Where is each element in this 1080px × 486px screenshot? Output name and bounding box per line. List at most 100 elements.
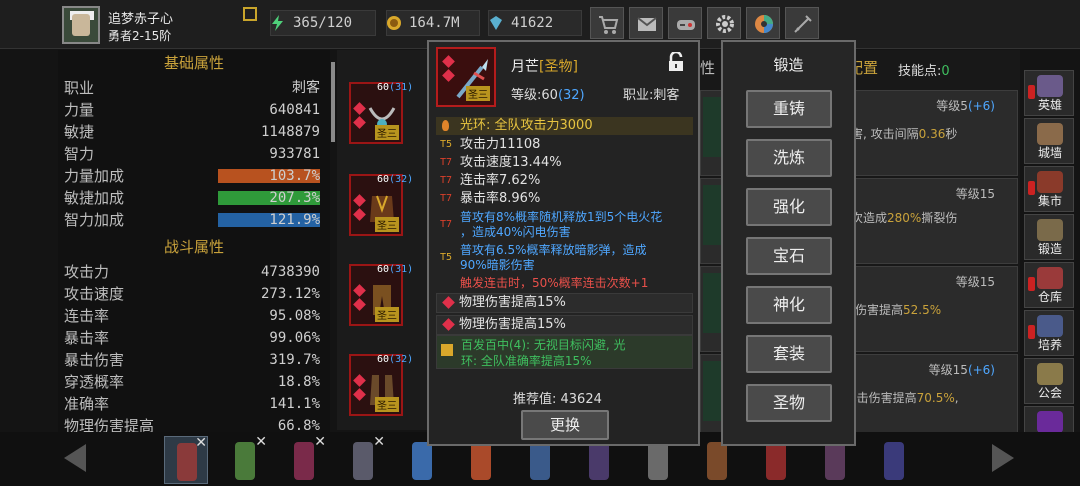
stat-row: 职业 刺客: [58, 77, 320, 99]
skill-desc: 每次造成280%撕裂伤: [839, 209, 957, 226]
attr-tier: T5: [440, 139, 453, 150]
reforge-button[interactable]: 重铸: [746, 90, 832, 128]
equip-slot-armor[interactable]: 60(32) 圣三: [349, 174, 413, 236]
equip-slot-pants[interactable]: 60(31) 圣三: [349, 264, 413, 326]
gold-counter: 164.7M: [386, 10, 480, 36]
hero-portrait[interactable]: ✕: [164, 435, 208, 484]
energy-counter: 365/120: [270, 10, 376, 36]
skill-level-plus: (+6): [967, 99, 995, 113]
remove-icon[interactable]: ✕: [255, 434, 267, 450]
remove-icon[interactable]: ✕: [314, 434, 326, 450]
skill-points-value: 0: [941, 64, 950, 79]
set-button[interactable]: 套装: [746, 335, 832, 373]
color-wheel-icon[interactable]: [746, 7, 780, 39]
stat-label: 攻击力: [64, 263, 110, 281]
avatar[interactable]: [62, 6, 100, 44]
gear-icon[interactable]: [707, 7, 741, 39]
hero-figure: [294, 442, 314, 480]
attr-text: 触发连击时，50%概率连击次数+1: [460, 276, 649, 290]
sidebar-item-guild[interactable]: 公会: [1024, 358, 1074, 404]
equipment-column: 60(31) 圣三 60(32) 圣三 60(31) 圣三 60(32) 圣三: [337, 50, 427, 430]
stat-label: 智力: [64, 145, 95, 163]
attributes-scrollbar[interactable]: [331, 62, 335, 142]
skill-level-text: 等级15: [928, 363, 968, 377]
relic-button[interactable]: 圣物: [746, 384, 832, 422]
hero-portrait[interactable]: ✕: [341, 434, 385, 484]
stat-label: 敏捷: [64, 123, 95, 141]
sidebar-item-hero[interactable]: 英雄: [1024, 70, 1074, 116]
equip-slot-weapon[interactable]: 60(31) 圣三: [349, 82, 413, 144]
slot-level-plus: (32): [389, 174, 414, 185]
item-tag: 圣三: [466, 86, 490, 101]
sidebar-item-warehouse[interactable]: 仓库: [1024, 262, 1074, 308]
arrow-right-icon[interactable]: [982, 440, 1022, 476]
base-attrs-title: 基础属性: [163, 54, 224, 72]
attr-text: 普攻有8%概率随机释放1到5个电火花: [460, 210, 663, 224]
refine-button[interactable]: 洗炼: [746, 139, 832, 177]
item-attr: T7 连击率7.62%: [436, 173, 696, 189]
attr-text: 攻击速度13.44%: [460, 155, 562, 170]
slot-level: 60(32): [377, 354, 413, 365]
forge-title: 锻造: [773, 56, 804, 74]
item-class: 职业:刺客: [623, 88, 680, 103]
stat-value: 319.7%: [269, 352, 320, 368]
gem-icon: [353, 298, 366, 311]
arrow-left-icon[interactable]: [56, 440, 96, 476]
equip-slot-boots[interactable]: 60(32) 圣三: [349, 354, 413, 416]
slot-level-value: 60: [377, 354, 390, 365]
item-quality: [圣物]: [539, 59, 578, 75]
stat-row: 暴击伤害 319.7%: [58, 349, 320, 371]
item-level-plus: (32): [557, 88, 585, 103]
skill-desc-highlight: 70.5%: [916, 391, 955, 405]
stat-row: 智力 933781: [58, 143, 320, 165]
slot-level-value: 60: [377, 174, 390, 185]
stat-label: 物理伤害提高: [64, 417, 155, 432]
item-attr: T7 普攻有8%概率随机释放1到5个电火花 ，造成40%闪电伤害: [436, 209, 696, 241]
mail-icon[interactable]: [629, 7, 663, 39]
item-attr: T5 攻击力11108: [436, 137, 696, 153]
gem-counter: 41622: [488, 10, 582, 36]
sidebar-item-anvil[interactable]: 锻造: [1024, 214, 1074, 260]
sidebar-item-train[interactable]: 培养: [1024, 310, 1074, 356]
remove-icon[interactable]: ✕: [373, 434, 385, 450]
stat-value: 103.7%: [269, 168, 320, 184]
enhance-button[interactable]: 强化: [746, 188, 832, 226]
hero-portrait[interactable]: ✕: [223, 434, 267, 484]
stat-label: 职业: [64, 79, 95, 97]
deify-button[interactable]: 神化: [746, 286, 832, 324]
set-bonus-line2: 环: 全队准确率提高15%: [461, 354, 592, 368]
hero-figure: [353, 442, 373, 480]
shop-cart-icon[interactable]: [590, 7, 624, 39]
unlock-icon[interactable]: [667, 52, 685, 72]
attr-tier: T7: [440, 219, 453, 230]
hero-portrait[interactable]: [872, 436, 916, 484]
item-tooltip: 圣三 月芒[圣物] 等级:60(32) 职业:刺客 光环: 全队攻击力3000 …: [427, 40, 700, 446]
sidebar-item-wall[interactable]: 城墙: [1024, 118, 1074, 164]
skill-desc: 害, 攻击间隔0.36秒: [851, 125, 957, 142]
sword-icon[interactable]: [785, 7, 819, 39]
skill-level: 等级15: [956, 185, 995, 202]
hero-portrait[interactable]: ✕: [282, 434, 326, 484]
stat-row: 穿透概率 18.8%: [58, 371, 320, 393]
stat-value: 1148879: [260, 124, 320, 140]
remove-icon[interactable]: ✕: [195, 435, 207, 451]
gem-button[interactable]: 宝石: [746, 237, 832, 275]
sidebar-item-market[interactable]: 集市: [1024, 166, 1074, 212]
gamepad-icon[interactable]: [668, 7, 702, 39]
player-rank: 勇者2-15阶: [108, 29, 172, 43]
stat-row: 准确率 141.1%: [58, 393, 320, 415]
skill-level-text: 等级15: [955, 187, 995, 201]
slot-level-value: 60: [377, 82, 390, 93]
skill-desc-text: 害, 攻击间隔: [851, 127, 919, 141]
edit-icon[interactable]: [243, 7, 257, 21]
gem-slot: 物理伤害提高15%: [436, 315, 693, 335]
gem-icon: [353, 194, 366, 207]
replace-button[interactable]: 更换: [521, 410, 609, 440]
item-level-label: 等级:: [511, 88, 542, 103]
item-attr: 触发连击时，50%概率连击次数+1: [436, 275, 696, 291]
gem-icon: [353, 102, 366, 115]
stat-value: 141.1%: [269, 396, 320, 412]
slot-tag: 圣三: [375, 307, 399, 322]
stat-row: 敏捷加成 207.3%: [58, 187, 320, 209]
attr-text-line2: 90%暗影伤害: [460, 258, 535, 272]
